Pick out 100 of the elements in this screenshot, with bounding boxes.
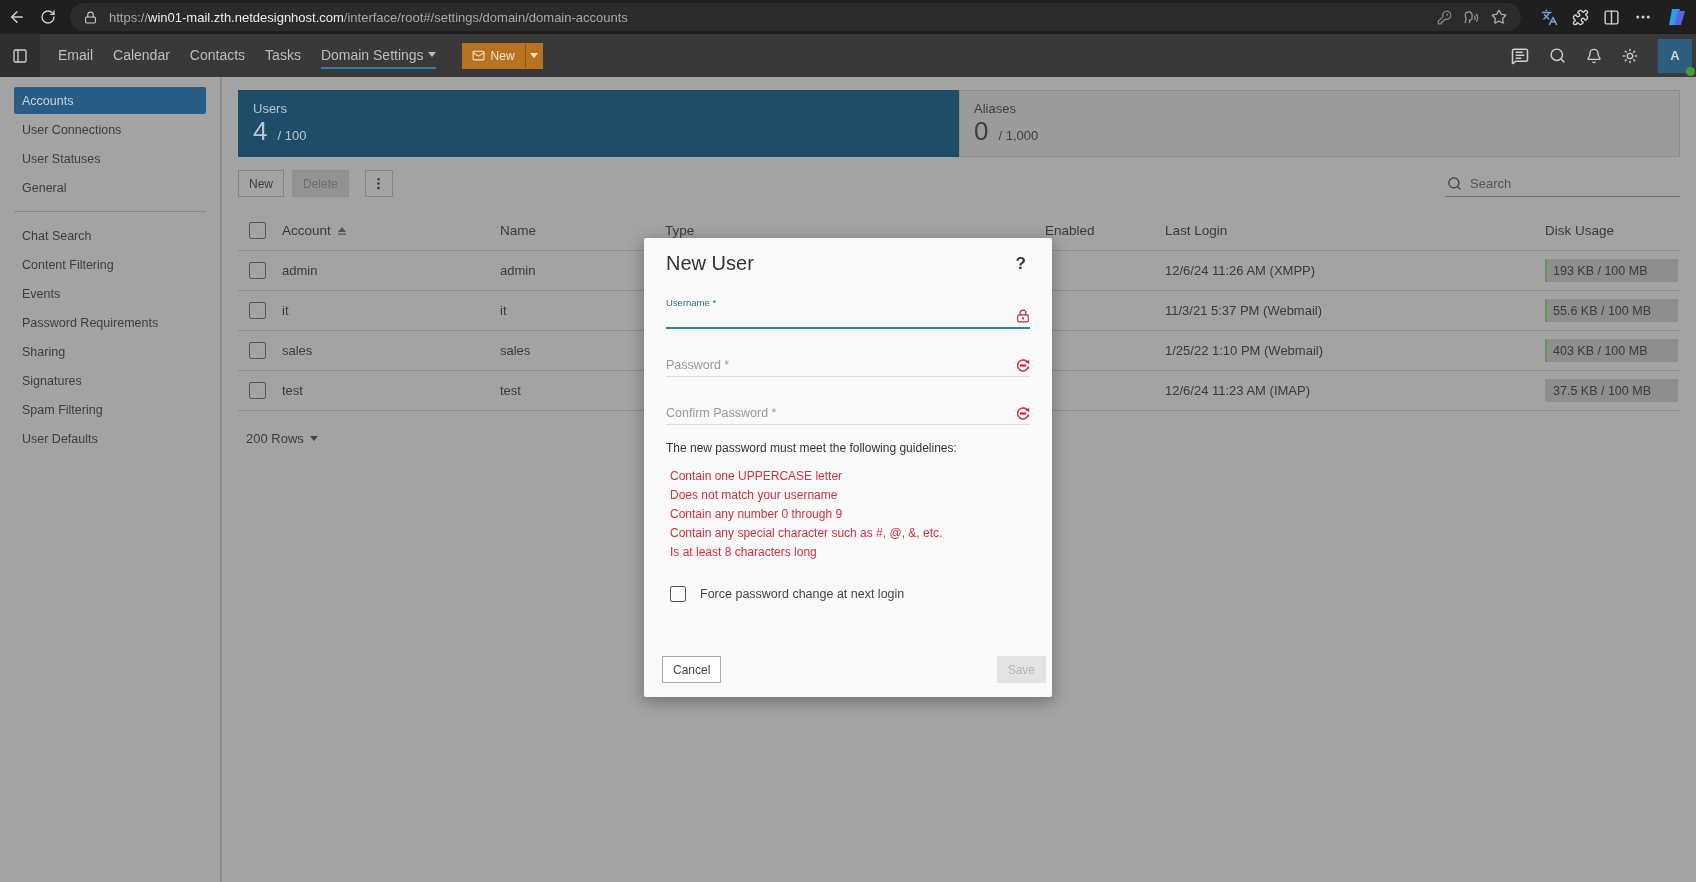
stat-limit: / 100 [277,128,307,143]
stat-count: 4 [253,116,268,147]
force-change-checkbox[interactable] [670,586,686,602]
chat-icon[interactable] [1511,46,1529,65]
column-header[interactable]: Account [282,223,500,238]
avatar[interactable]: A [1658,38,1692,73]
favorite-icon[interactable] [1491,9,1507,25]
guideline-text: Contain any special character such as #, @, &, etc. [670,526,944,540]
name-cell-text: sales [500,343,532,358]
translate-icon[interactable] [1541,8,1558,26]
field-label: Password * [666,358,731,372]
account-cell-text: it [282,303,290,318]
new-button[interactable]: New [238,170,284,197]
stat-count: 0 [974,116,989,147]
sidebar-item[interactable]: Content Filtering [14,251,206,278]
field-label: Username * [666,297,718,308]
sidebar-item[interactable]: General [14,174,206,201]
key-icon[interactable] [1437,9,1452,25]
sidebar-item[interactable]: User Defaults [14,425,206,452]
field-label: Confirm Password * [666,406,778,420]
search-icon [1447,175,1462,191]
sidebar-item[interactable]: Spam Filtering [14,396,206,423]
guideline-text: Contain any number 0 through 9 [670,507,844,521]
caret-icon [427,52,436,57]
last-login-cell-text: 12/6/24 11:23 AM (IMAP) [1165,383,1311,398]
name-cell-text: admin [500,263,537,278]
generate-password-icon[interactable] [1016,358,1030,372]
column-header[interactable]: Name [500,223,665,238]
rows-per-page-dropdown[interactable]: 200 Rows [238,427,326,450]
sidebar-item[interactable]: Chat Search [14,222,206,249]
last-login-cell-text: 12/6/24 11:26 AM (XMPP) [1165,263,1317,278]
nav-tab[interactable]: Domain Settings [320,42,436,69]
column-header[interactable]: Disk Usage [1545,223,1680,238]
stat-card[interactable]: Users 4 / 100 [238,90,959,157]
stat-card[interactable]: Aliases 0 / 1,000 [959,90,1680,157]
copilot-icon[interactable] [1666,6,1688,28]
guideline-text: Is at least 8 characters long [670,545,818,559]
search-icon[interactable] [1549,47,1566,64]
sidebar-item[interactable]: Signatures [14,367,206,394]
account-cell-text: test [282,383,304,398]
nav-tab[interactable]: Contacts [189,42,246,69]
sidebar-item[interactable]: User Statuses [14,145,206,172]
last-login-cell-text: 11/3/21 5:37 PM (Webmail) [1165,303,1324,318]
new-button[interactable]: New [461,42,525,69]
help-button[interactable]: ? [1011,253,1030,274]
column-header[interactable]: Enabled [1045,223,1165,238]
account-cell-text: admin [282,263,319,278]
sidebar-item[interactable]: Events [14,280,206,307]
nav-tab[interactable]: Email [58,42,93,69]
caret-icon [309,436,318,441]
nav-tab[interactable]: Calendar [113,42,170,69]
column-header[interactable]: Type [665,223,1045,238]
row-checkbox[interactable] [249,382,266,399]
stat-label: Users [253,101,288,116]
last-login-cell-text: 1/25/22 1:10 PM (Webmail) [1165,343,1324,358]
disk-usage-text: 55.6 KB / 100 MB [1552,303,1651,318]
stat-label: Aliases [974,101,1017,116]
split-screen-icon[interactable] [1603,8,1620,26]
sort-icon [336,226,347,235]
sidebar-item[interactable]: User Connections [14,116,206,143]
sidebar-item[interactable]: Password Requirements [14,309,206,336]
name-cell-text: test [500,383,522,398]
sidebar-item[interactable]: Sharing [14,338,206,365]
nav-tab[interactable]: Tasks [265,42,301,69]
back-icon[interactable] [8,8,26,26]
column-header[interactable]: Last Login [1165,223,1545,238]
read-aloud-icon[interactable] [1464,9,1479,25]
row-checkbox[interactable] [249,302,266,319]
address-bar[interactable]: https://win01-mail.zth.netdesignhost.com/interface/root#/settings/domain/domain-accounts [70,3,1521,31]
sidebar-toggle-icon[interactable] [0,34,40,77]
disk-usage-text: 37.5 KB / 100 MB [1552,383,1651,398]
input-field[interactable]: Confirm Password * [666,405,1030,425]
extensions-icon[interactable] [1572,8,1589,26]
cancel-button[interactable]: Cancel [662,656,722,683]
name-cell-text: it [500,303,508,318]
search-field[interactable]: Search [1468,174,1678,192]
generate-password-icon[interactable] [1016,406,1030,420]
mail-icon [471,49,485,62]
lock-icon [84,10,97,24]
sidebar-item[interactable]: Accounts [14,87,206,114]
input-field[interactable]: Username * [666,297,1030,329]
dialog-title: New User [666,252,754,275]
select-all-checkbox[interactable] [249,222,266,239]
notifications-icon[interactable] [1586,47,1602,64]
stat-limit: / 1,000 [998,128,1039,143]
url-text: https://win01-mail.zth.netdesignhost.com/interface/root#/settings/domain/domain-accounts [109,9,629,25]
lock-icon[interactable] [1016,309,1030,323]
guidelines-intro: The new password must meet the following guidelines: [666,441,958,455]
refresh-icon[interactable] [40,9,56,25]
guideline-text: Does not match your username [670,488,839,502]
disk-usage-text: 193 KB / 100 MB [1552,263,1648,278]
account-cell-text: sales [282,343,314,358]
new-menu-button[interactable] [524,42,543,69]
row-checkbox[interactable] [249,262,266,279]
caret-icon [530,53,539,58]
input-field[interactable]: Password * [666,357,1030,377]
theme-icon[interactable] [1622,47,1638,64]
guideline-text: Contain one UPPERCASE letter [670,469,844,483]
disk-usage-text: 403 KB / 100 MB [1552,343,1648,358]
row-checkbox[interactable] [249,342,266,359]
